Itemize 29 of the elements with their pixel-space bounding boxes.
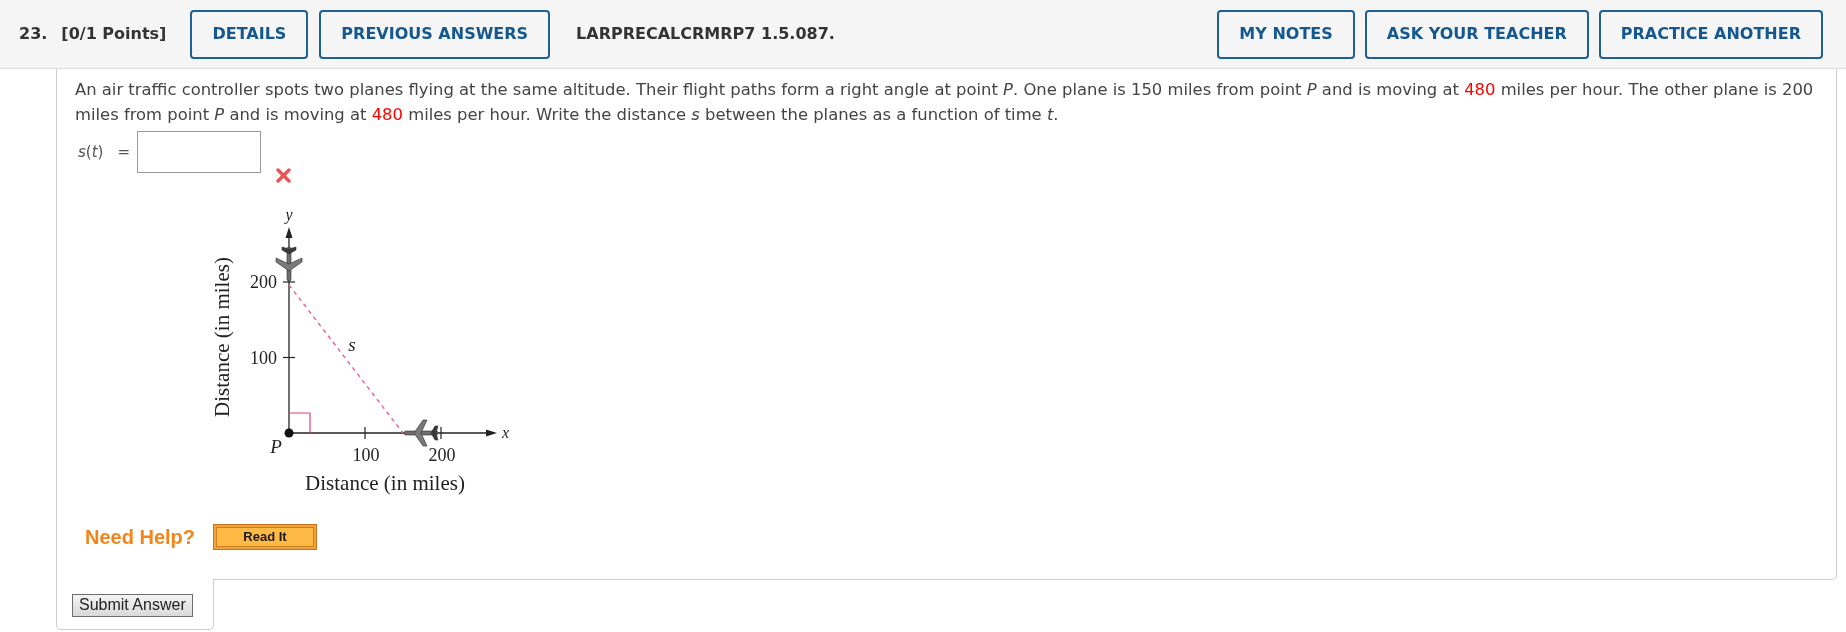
answer-input[interactable] — [137, 131, 261, 173]
answer-label: s(t) — [78, 141, 104, 163]
submit-answer-button[interactable]: Submit Answer — [72, 593, 193, 617]
question-number: 23. — [19, 23, 48, 45]
y-axis-label: y — [285, 206, 293, 223]
right-angle-marker — [288, 412, 311, 434]
header-button[interactable]: PREVIOUS ANSWERS — [319, 9, 551, 59]
distance-label: s — [348, 334, 356, 355]
airplane-icon — [275, 246, 303, 282]
axis-title: Distance (in miles) — [305, 471, 465, 495]
tick-label: 200 — [428, 445, 456, 465]
tick-label: 100 — [352, 445, 380, 465]
origin-dot-icon — [284, 428, 294, 438]
problem-text: An air traffic controller spots two planes flying at the same altitude. Their flight paths form a right angle at point P. One plane is 150 miles from point P and is moving at 480 miles per hour. The other plane is 200 miles from point P and is moving at 480 miles per hour. Write the distance s between the planes as a function of time t. — [75, 79, 1815, 126]
x-axis-label: x — [502, 424, 510, 441]
header-button[interactable]: PRACTICE ANOTHER — [1598, 9, 1823, 59]
header-button[interactable]: MY NOTES — [1217, 9, 1355, 59]
need-help-label: Need Help? — [85, 525, 196, 550]
header-button[interactable]: DETAILS — [190, 9, 309, 59]
read-it-button[interactable]: Read It — [213, 524, 318, 550]
airplane-icon — [403, 419, 439, 447]
header-button[interactable]: ASK YOUR TEACHER — [1364, 9, 1589, 59]
problem-code: LARPRECALCRMRP7 1.5.087. — [576, 23, 835, 45]
tick-label: 200 — [250, 272, 277, 292]
axis-title: Distance (in miles) — [210, 257, 234, 417]
point-label: P — [270, 436, 282, 457]
equals-sign: = — [117, 141, 130, 163]
tick-label: 100 — [250, 347, 277, 368]
points-label: [0/1 Points] — [61, 23, 167, 45]
